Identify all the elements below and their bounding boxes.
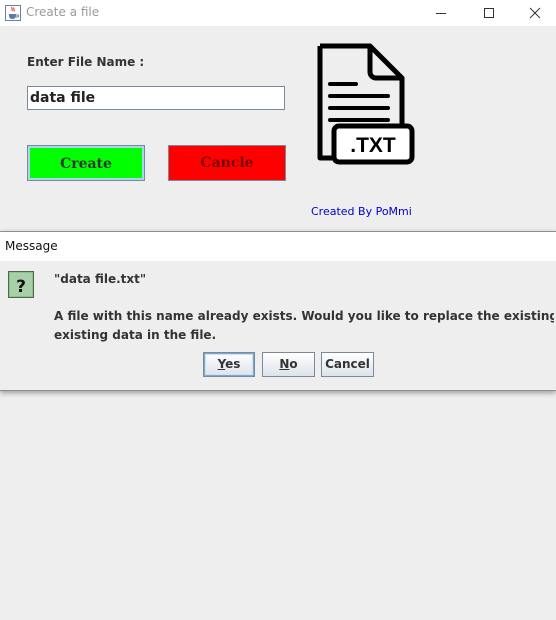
minimize-icon xyxy=(436,13,446,14)
java-cup-icon xyxy=(5,5,21,21)
credit-text: Created By PoMmi xyxy=(311,205,412,218)
no-mnemonic: N xyxy=(279,357,290,371)
file-name-input[interactable] xyxy=(27,86,285,110)
create-button[interactable]: Create xyxy=(27,145,145,181)
txt-file-icon: .TXT xyxy=(317,43,415,165)
yes-button[interactable]: Yes xyxy=(203,352,255,377)
title-bar[interactable]: Create a file xyxy=(0,0,556,26)
window-title: Create a file xyxy=(26,5,100,19)
maximize-button[interactable] xyxy=(466,0,512,26)
dialog-title: Message xyxy=(5,239,58,253)
no-label-rest: o xyxy=(289,357,298,371)
message-dialog: Message ? "data file.txt" A file with th… xyxy=(0,231,556,391)
dialog-message: A file with this name already exists. Wo… xyxy=(54,307,554,345)
yes-label-rest: es xyxy=(225,357,241,371)
dialog-cancel-button[interactable]: Cancel xyxy=(321,352,374,377)
minimize-button[interactable] xyxy=(418,0,464,26)
create-file-window: Create a file Enter File Name : Create C… xyxy=(0,0,556,620)
file-name-label: Enter File Name : xyxy=(27,55,145,69)
dialog-file-name: "data file.txt" xyxy=(54,272,147,286)
txt-icon-label: .TXT xyxy=(350,134,396,157)
dialog-message-line-1: A file with this name already exists. Wo… xyxy=(54,309,554,323)
dialog-title-bar[interactable]: Message xyxy=(0,232,556,261)
dialog-message-line-2: existing data in the file. xyxy=(54,328,217,342)
svg-text:?: ? xyxy=(16,277,26,297)
close-icon xyxy=(529,7,541,19)
no-button[interactable]: No xyxy=(262,352,315,377)
maximize-icon xyxy=(484,8,494,18)
cancel-button[interactable]: Cancle xyxy=(168,145,286,181)
question-icon: ? xyxy=(8,271,34,298)
close-button[interactable] xyxy=(512,0,556,26)
